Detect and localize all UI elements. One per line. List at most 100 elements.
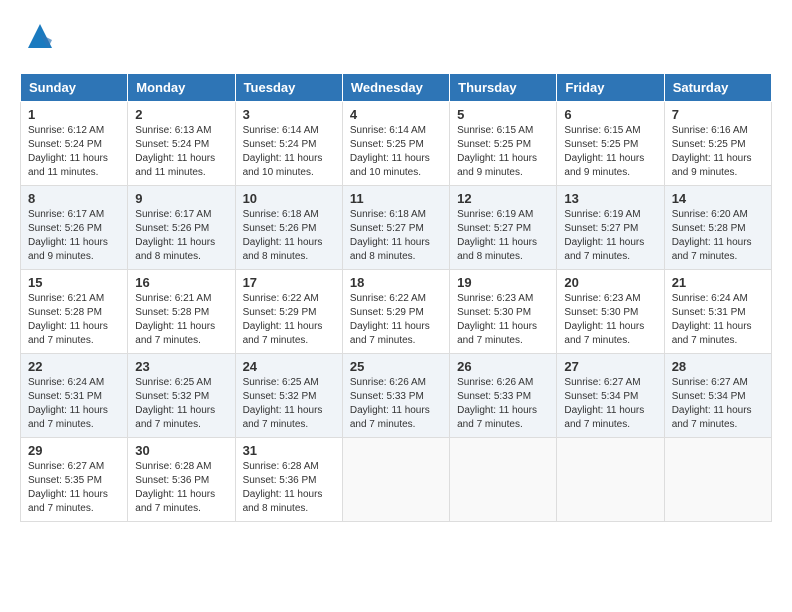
day-number: 31: [243, 443, 335, 458]
day-info: Sunrise: 6:27 AM Sunset: 5:35 PM Dayligh…: [28, 460, 120, 516]
day-number: 9: [135, 191, 227, 206]
calendar-cell: 5 Sunrise: 6:15 AM Sunset: 5:25 PM Dayli…: [450, 102, 557, 186]
day-info: Sunrise: 6:20 AM Sunset: 5:28 PM Dayligh…: [672, 208, 764, 264]
day-number: 29: [28, 443, 120, 458]
day-header-friday: Friday: [557, 74, 664, 102]
calendar-cell: 31 Sunrise: 6:28 AM Sunset: 5:36 PM Dayl…: [235, 438, 342, 522]
day-info: Sunrise: 6:15 AM Sunset: 5:25 PM Dayligh…: [457, 124, 549, 180]
calendar-cell: 13 Sunrise: 6:19 AM Sunset: 5:27 PM Dayl…: [557, 186, 664, 270]
day-info: Sunrise: 6:24 AM Sunset: 5:31 PM Dayligh…: [28, 376, 120, 432]
calendar-cell: 4 Sunrise: 6:14 AM Sunset: 5:25 PM Dayli…: [342, 102, 449, 186]
day-number: 11: [350, 191, 442, 206]
calendar-cell: 25 Sunrise: 6:26 AM Sunset: 5:33 PM Dayl…: [342, 354, 449, 438]
calendar-table: SundayMondayTuesdayWednesdayThursdayFrid…: [20, 73, 772, 522]
day-info: Sunrise: 6:19 AM Sunset: 5:27 PM Dayligh…: [457, 208, 549, 264]
day-info: Sunrise: 6:28 AM Sunset: 5:36 PM Dayligh…: [135, 460, 227, 516]
logo-icon: [24, 20, 56, 52]
calendar-cell: 7 Sunrise: 6:16 AM Sunset: 5:25 PM Dayli…: [664, 102, 771, 186]
day-info: Sunrise: 6:27 AM Sunset: 5:34 PM Dayligh…: [564, 376, 656, 432]
day-number: 8: [28, 191, 120, 206]
calendar-cell: [342, 438, 449, 522]
calendar-header-row: SundayMondayTuesdayWednesdayThursdayFrid…: [21, 74, 772, 102]
day-info: Sunrise: 6:23 AM Sunset: 5:30 PM Dayligh…: [564, 292, 656, 348]
day-number: 22: [28, 359, 120, 374]
calendar-cell: 22 Sunrise: 6:24 AM Sunset: 5:31 PM Dayl…: [21, 354, 128, 438]
day-number: 10: [243, 191, 335, 206]
calendar-cell: [664, 438, 771, 522]
day-number: 12: [457, 191, 549, 206]
calendar-cell: 30 Sunrise: 6:28 AM Sunset: 5:36 PM Dayl…: [128, 438, 235, 522]
day-info: Sunrise: 6:15 AM Sunset: 5:25 PM Dayligh…: [564, 124, 656, 180]
day-number: 24: [243, 359, 335, 374]
calendar-cell: 15 Sunrise: 6:21 AM Sunset: 5:28 PM Dayl…: [21, 270, 128, 354]
calendar-cell: 6 Sunrise: 6:15 AM Sunset: 5:25 PM Dayli…: [557, 102, 664, 186]
day-header-thursday: Thursday: [450, 74, 557, 102]
calendar-cell: 8 Sunrise: 6:17 AM Sunset: 5:26 PM Dayli…: [21, 186, 128, 270]
day-info: Sunrise: 6:17 AM Sunset: 5:26 PM Dayligh…: [135, 208, 227, 264]
calendar-cell: 14 Sunrise: 6:20 AM Sunset: 5:28 PM Dayl…: [664, 186, 771, 270]
day-info: Sunrise: 6:21 AM Sunset: 5:28 PM Dayligh…: [28, 292, 120, 348]
day-info: Sunrise: 6:21 AM Sunset: 5:28 PM Dayligh…: [135, 292, 227, 348]
calendar-cell: 12 Sunrise: 6:19 AM Sunset: 5:27 PM Dayl…: [450, 186, 557, 270]
logo: [20, 20, 56, 57]
page-header: [20, 20, 772, 57]
day-info: Sunrise: 6:25 AM Sunset: 5:32 PM Dayligh…: [135, 376, 227, 432]
calendar-cell: 1 Sunrise: 6:12 AM Sunset: 5:24 PM Dayli…: [21, 102, 128, 186]
day-info: Sunrise: 6:28 AM Sunset: 5:36 PM Dayligh…: [243, 460, 335, 516]
day-info: Sunrise: 6:13 AM Sunset: 5:24 PM Dayligh…: [135, 124, 227, 180]
day-number: 15: [28, 275, 120, 290]
day-number: 3: [243, 107, 335, 122]
calendar-cell: 2 Sunrise: 6:13 AM Sunset: 5:24 PM Dayli…: [128, 102, 235, 186]
day-number: 28: [672, 359, 764, 374]
day-number: 6: [564, 107, 656, 122]
day-header-monday: Monday: [128, 74, 235, 102]
day-info: Sunrise: 6:25 AM Sunset: 5:32 PM Dayligh…: [243, 376, 335, 432]
day-info: Sunrise: 6:27 AM Sunset: 5:34 PM Dayligh…: [672, 376, 764, 432]
day-info: Sunrise: 6:26 AM Sunset: 5:33 PM Dayligh…: [350, 376, 442, 432]
day-info: Sunrise: 6:22 AM Sunset: 5:29 PM Dayligh…: [350, 292, 442, 348]
day-number: 5: [457, 107, 549, 122]
day-info: Sunrise: 6:14 AM Sunset: 5:24 PM Dayligh…: [243, 124, 335, 180]
day-number: 7: [672, 107, 764, 122]
day-number: 16: [135, 275, 227, 290]
calendar-cell: 26 Sunrise: 6:26 AM Sunset: 5:33 PM Dayl…: [450, 354, 557, 438]
calendar-cell: 19 Sunrise: 6:23 AM Sunset: 5:30 PM Dayl…: [450, 270, 557, 354]
day-number: 18: [350, 275, 442, 290]
calendar-cell: 10 Sunrise: 6:18 AM Sunset: 5:26 PM Dayl…: [235, 186, 342, 270]
calendar-cell: 23 Sunrise: 6:25 AM Sunset: 5:32 PM Dayl…: [128, 354, 235, 438]
calendar-cell: [557, 438, 664, 522]
calendar-cell: 28 Sunrise: 6:27 AM Sunset: 5:34 PM Dayl…: [664, 354, 771, 438]
day-number: 14: [672, 191, 764, 206]
calendar-cell: 20 Sunrise: 6:23 AM Sunset: 5:30 PM Dayl…: [557, 270, 664, 354]
calendar-cell: 9 Sunrise: 6:17 AM Sunset: 5:26 PM Dayli…: [128, 186, 235, 270]
day-number: 21: [672, 275, 764, 290]
calendar-cell: [450, 438, 557, 522]
day-info: Sunrise: 6:24 AM Sunset: 5:31 PM Dayligh…: [672, 292, 764, 348]
day-number: 4: [350, 107, 442, 122]
day-info: Sunrise: 6:14 AM Sunset: 5:25 PM Dayligh…: [350, 124, 442, 180]
day-info: Sunrise: 6:23 AM Sunset: 5:30 PM Dayligh…: [457, 292, 549, 348]
day-number: 26: [457, 359, 549, 374]
day-info: Sunrise: 6:19 AM Sunset: 5:27 PM Dayligh…: [564, 208, 656, 264]
day-number: 1: [28, 107, 120, 122]
calendar-cell: 18 Sunrise: 6:22 AM Sunset: 5:29 PM Dayl…: [342, 270, 449, 354]
day-number: 27: [564, 359, 656, 374]
calendar-cell: 3 Sunrise: 6:14 AM Sunset: 5:24 PM Dayli…: [235, 102, 342, 186]
day-number: 23: [135, 359, 227, 374]
day-number: 2: [135, 107, 227, 122]
day-info: Sunrise: 6:12 AM Sunset: 5:24 PM Dayligh…: [28, 124, 120, 180]
calendar-cell: 17 Sunrise: 6:22 AM Sunset: 5:29 PM Dayl…: [235, 270, 342, 354]
day-info: Sunrise: 6:17 AM Sunset: 5:26 PM Dayligh…: [28, 208, 120, 264]
day-number: 25: [350, 359, 442, 374]
day-number: 17: [243, 275, 335, 290]
day-number: 30: [135, 443, 227, 458]
day-header-tuesday: Tuesday: [235, 74, 342, 102]
day-header-wednesday: Wednesday: [342, 74, 449, 102]
day-header-sunday: Sunday: [21, 74, 128, 102]
calendar-cell: 16 Sunrise: 6:21 AM Sunset: 5:28 PM Dayl…: [128, 270, 235, 354]
day-number: 13: [564, 191, 656, 206]
day-info: Sunrise: 6:22 AM Sunset: 5:29 PM Dayligh…: [243, 292, 335, 348]
day-info: Sunrise: 6:18 AM Sunset: 5:27 PM Dayligh…: [350, 208, 442, 264]
day-number: 20: [564, 275, 656, 290]
calendar-cell: 29 Sunrise: 6:27 AM Sunset: 5:35 PM Dayl…: [21, 438, 128, 522]
